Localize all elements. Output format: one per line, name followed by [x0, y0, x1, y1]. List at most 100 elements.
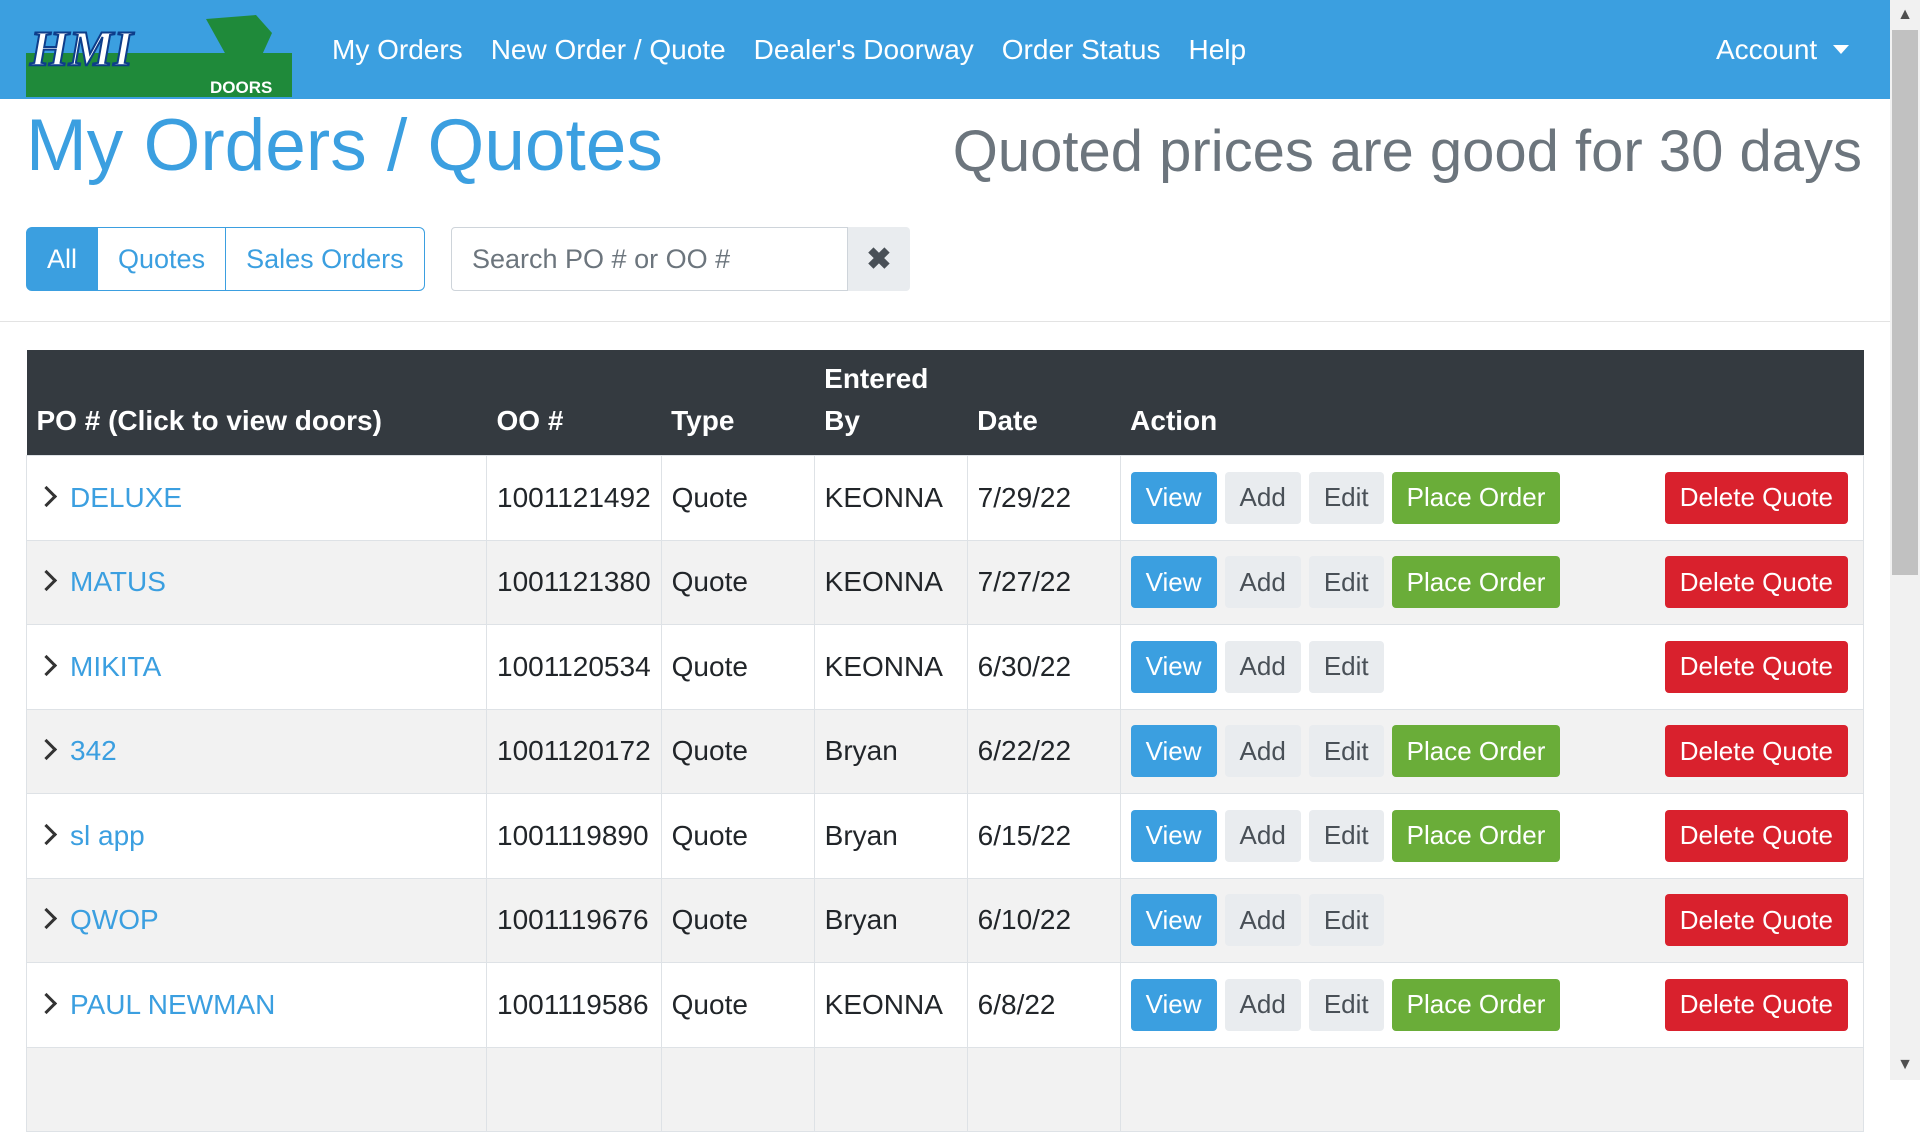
nav-dealers-doorway[interactable]: Dealer's Doorway	[754, 34, 974, 66]
po-link[interactable]: MIKITA	[70, 651, 161, 682]
cell-oo: 1001121380	[486, 539, 662, 625]
nav-my-orders[interactable]: My Orders	[332, 34, 463, 66]
page-title: My Orders / Quotes	[26, 105, 663, 186]
edit-button[interactable]: Edit	[1308, 894, 1384, 947]
po-link[interactable]: sl app	[70, 820, 145, 851]
chevron-right-icon[interactable]	[35, 485, 58, 507]
cell-type: Quote	[660, 962, 815, 1048]
place-order-button[interactable]: Place Order	[1391, 556, 1561, 609]
add-button[interactable]: Add	[1224, 725, 1301, 778]
edit-button[interactable]: Edit	[1308, 640, 1384, 693]
clear-search-icon[interactable]: ✖	[848, 227, 910, 291]
cell-oo: 1001120172	[486, 708, 662, 794]
chevron-right-icon[interactable]	[35, 570, 58, 592]
svg-text:DOORS: DOORS	[210, 78, 272, 97]
col-header-type[interactable]: Type	[661, 350, 814, 456]
cell-oo: 1001119676	[486, 877, 662, 963]
view-button[interactable]: View	[1130, 556, 1217, 609]
scroll-down-arrow-icon[interactable]: ▼	[1890, 1050, 1920, 1080]
col-header-po[interactable]: PO # (Click to view doors)	[27, 350, 487, 456]
cell-actions: View Add Edit Delete Quote	[1119, 624, 1865, 710]
hmi-doors-logo[interactable]: HMI DOORS	[26, 13, 292, 97]
search-input[interactable]	[451, 227, 848, 291]
delete-quote-button[interactable]: Delete Quote	[1664, 556, 1848, 609]
nav-new-order-quote[interactable]: New Order / Quote	[491, 34, 726, 66]
edit-button[interactable]: Edit	[1308, 725, 1384, 778]
po-link[interactable]: PAUL NEWMAN	[70, 989, 275, 1020]
filter-all-button[interactable]: All	[26, 227, 99, 291]
add-button[interactable]: Add	[1224, 556, 1301, 609]
cell-date: 6/10/22	[966, 877, 1121, 963]
edit-button[interactable]: Edit	[1308, 978, 1384, 1031]
place-order-button[interactable]: Place Order	[1391, 471, 1561, 524]
table-header-row: PO # (Click to view doors) OO # Type Ent…	[26, 350, 1864, 456]
delete-quote-button[interactable]: Delete Quote	[1664, 809, 1848, 862]
edit-button[interactable]: Edit	[1308, 556, 1384, 609]
place-order-button[interactable]: Place Order	[1391, 809, 1561, 862]
view-button[interactable]: View	[1130, 640, 1217, 693]
scroll-up-arrow-icon[interactable]: ▲	[1890, 0, 1920, 30]
cell-oo: 1001121492	[486, 455, 662, 541]
action-buttons: View Add Edit Delete Quote	[1130, 894, 1853, 947]
add-button[interactable]: Add	[1224, 978, 1301, 1031]
edit-button[interactable]: Edit	[1308, 471, 1384, 524]
action-buttons: View Add Edit Place Order Delete Quote	[1130, 978, 1853, 1031]
cell-po: PAUL NEWMAN	[26, 962, 487, 1048]
place-order-button[interactable]: Place Order	[1391, 978, 1561, 1031]
chevron-right-icon[interactable]	[35, 992, 58, 1014]
view-button[interactable]: View	[1130, 809, 1217, 862]
cell-actions: View Add Edit Place Order Delete Quote	[1119, 455, 1865, 541]
view-button[interactable]: View	[1130, 894, 1217, 947]
add-button[interactable]: Add	[1224, 471, 1301, 524]
top-navbar: HMI DOORS My Orders New Order / Quote De…	[0, 0, 1890, 99]
view-button[interactable]: View	[1130, 978, 1217, 1031]
filter-quotes-button[interactable]: Quotes	[98, 227, 227, 291]
edit-button[interactable]: Edit	[1308, 809, 1384, 862]
add-button[interactable]: Add	[1224, 894, 1301, 947]
cell-po: DELUXE	[26, 455, 487, 541]
delete-quote-button[interactable]: Delete Quote	[1664, 640, 1848, 693]
place-order-button[interactable]: Place Order	[1391, 725, 1561, 778]
chevron-right-icon[interactable]	[35, 654, 58, 676]
action-buttons: View Add Edit Place Order Delete Quote	[1130, 471, 1853, 524]
account-dropdown[interactable]: Account	[1716, 0, 1850, 99]
chevron-right-icon[interactable]	[35, 908, 58, 930]
cell-oo: 1001119890	[486, 793, 662, 879]
view-button[interactable]: View	[1130, 725, 1217, 778]
delete-quote-button[interactable]: Delete Quote	[1664, 471, 1848, 524]
cell-date: 6/8/22	[966, 962, 1121, 1048]
col-header-entered-by[interactable]: Entered By	[814, 350, 967, 456]
cell-actions: View Add Edit Place Order Delete Quote	[1119, 708, 1865, 794]
filter-sales-orders-button[interactable]: Sales Orders	[226, 227, 425, 291]
cell-type: Quote	[660, 624, 815, 710]
po-link[interactable]: MATUS	[70, 566, 166, 597]
cell-oo: 1001120534	[486, 624, 662, 710]
nav-help[interactable]: Help	[1189, 34, 1247, 66]
table-row: 342 1001120172 Quote Bryan 6/22/22 View Add Edi…	[26, 708, 1865, 794]
nav-order-status[interactable]: Order Status	[1002, 34, 1161, 66]
cell-date: 6/15/22	[966, 793, 1121, 879]
svg-text:HMI: HMI	[29, 20, 134, 76]
table-row: MIKITA 1001120534 Quote KEONNA 6/30/22 View Ad…	[26, 624, 1865, 710]
delete-quote-button[interactable]: Delete Quote	[1664, 894, 1848, 947]
col-header-date[interactable]: Date	[967, 350, 1120, 456]
scrollbar-thumb[interactable]	[1892, 30, 1918, 575]
po-link[interactable]: DELUXE	[70, 482, 182, 513]
cell-empty	[813, 1046, 968, 1132]
add-button[interactable]: Add	[1224, 809, 1301, 862]
chevron-right-icon[interactable]	[35, 739, 58, 761]
delete-quote-button[interactable]: Delete Quote	[1664, 725, 1848, 778]
cell-oo: 1001119586	[486, 962, 662, 1048]
cell-entered-by: KEONNA	[813, 539, 968, 625]
chevron-right-icon[interactable]	[35, 823, 58, 845]
cell-entered-by: Bryan	[813, 793, 968, 879]
add-button[interactable]: Add	[1224, 640, 1301, 693]
col-header-oo[interactable]: OO #	[487, 350, 662, 456]
view-button[interactable]: View	[1130, 471, 1217, 524]
action-buttons: View Add Edit Place Order Delete Quote	[1130, 556, 1853, 609]
po-link[interactable]: QWOP	[70, 904, 159, 935]
delete-quote-button[interactable]: Delete Quote	[1664, 978, 1848, 1031]
po-link[interactable]: 342	[70, 735, 117, 766]
table-row: QWOP 1001119676 Quote Bryan 6/10/22 View Add Ed…	[26, 877, 1865, 963]
cell-entered-by: Bryan	[813, 877, 968, 963]
